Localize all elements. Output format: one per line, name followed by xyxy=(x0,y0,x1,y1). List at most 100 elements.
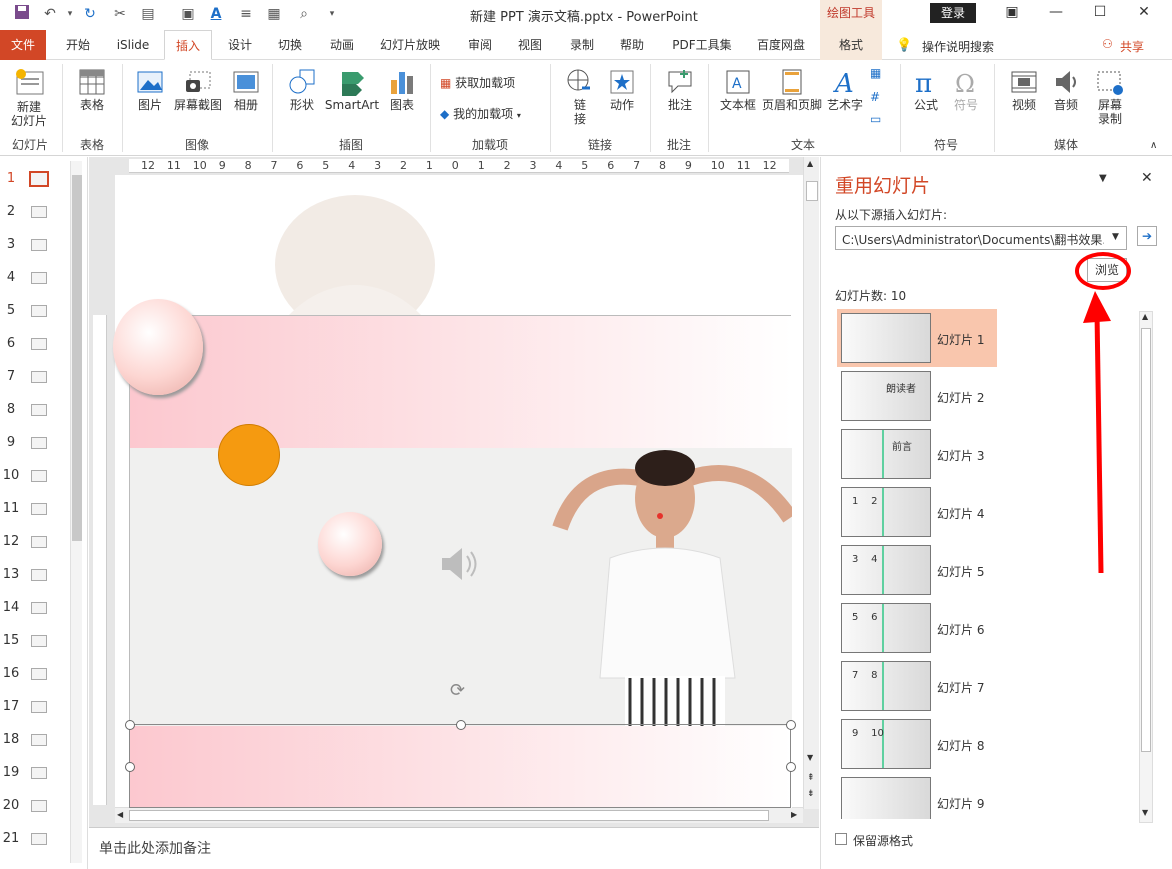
ribbon-display-icon[interactable]: ▣ xyxy=(990,2,1034,24)
textbox-button[interactable]: A 文本框 xyxy=(716,68,760,112)
editor-horizontal-scrollbar[interactable]: ◀ ▶ xyxy=(115,807,803,823)
next-slide-icon[interactable]: ⇟ xyxy=(807,789,815,799)
chevron-down-icon[interactable]: ▼ xyxy=(1112,232,1119,242)
slide-thumbnail[interactable] xyxy=(31,338,47,350)
go-arrow-button[interactable]: ➔ xyxy=(1137,226,1157,246)
tab-design[interactable]: 设计 xyxy=(220,30,260,60)
layout-icon[interactable]: ▦ xyxy=(264,4,284,24)
smartart-button[interactable]: SmartArt xyxy=(324,68,380,112)
top-gradient-banner[interactable] xyxy=(130,316,792,448)
reuse-slide-item[interactable]: 朗读者 幻灯片 2 xyxy=(837,367,997,425)
slide-thumbnail[interactable] xyxy=(31,767,47,779)
tell-me-search[interactable]: 操作说明搜索 xyxy=(922,38,994,55)
slide-thumbnail[interactable] xyxy=(31,503,47,515)
header-footer-button[interactable]: 页眉和页脚 xyxy=(760,68,824,112)
slide-canvas[interactable]: ⟳ xyxy=(125,315,796,808)
pane-close-icon[interactable]: ✕ xyxy=(1141,170,1153,186)
slide-thumbnail[interactable] xyxy=(31,635,47,647)
screen-recording-button[interactable]: 屏幕 录制 xyxy=(1088,68,1132,126)
photo-album-button[interactable]: 相册 xyxy=(226,68,266,112)
scroll-down-icon[interactable]: ▼ xyxy=(807,753,813,762)
reuse-slide-item[interactable]: 5 6 幻灯片 6 xyxy=(837,599,997,657)
tab-help[interactable]: 帮助 xyxy=(612,30,652,60)
pane-options-icon[interactable]: ▼ xyxy=(1099,173,1107,184)
woman-photo-image[interactable] xyxy=(520,448,792,726)
slide-thumbnail[interactable] xyxy=(31,437,47,449)
get-addins-button[interactable]: ▦ 获取加载项 xyxy=(440,76,540,90)
wordart-button[interactable]: A 艺术字 xyxy=(824,68,866,112)
chart-button[interactable]: 图表 xyxy=(382,68,422,112)
video-button[interactable]: 视频 xyxy=(1004,68,1044,112)
scroll-up-icon[interactable]: ▲ xyxy=(1142,312,1148,321)
slide-thumbnail[interactable] xyxy=(31,206,47,218)
orange-circle-shape[interactable] xyxy=(218,424,280,486)
scroll-up-icon[interactable]: ▲ xyxy=(807,159,813,168)
resize-handle[interactable] xyxy=(456,720,466,730)
my-addins-button[interactable]: ◆ 我的加载项 ▾ xyxy=(440,107,540,123)
object-icon[interactable]: ▭ xyxy=(870,112,881,126)
undo-dropdown-icon[interactable]: ▾ xyxy=(60,4,80,24)
slide-thumbnail[interactable] xyxy=(31,305,47,317)
action-button[interactable]: 动作 xyxy=(602,68,642,112)
reuse-slide-item[interactable]: 9 10 幻灯片 8 xyxy=(837,715,997,773)
shapes-button[interactable]: 形状 xyxy=(282,68,322,112)
redo-icon[interactable]: ↻ xyxy=(80,4,100,24)
picture-button[interactable]: 图片 xyxy=(128,68,172,112)
editor-vertical-scrollbar[interactable]: ▲ ▼ ⇞ ⇟ xyxy=(803,157,819,809)
tab-slideshow[interactable]: 幻灯片放映 xyxy=(372,30,448,60)
reuse-slide-item[interactable]: 幻灯片 1 xyxy=(837,309,997,367)
slide-thumbnail[interactable] xyxy=(31,701,47,713)
reuse-list-scroll-thumb[interactable] xyxy=(1141,328,1151,752)
slide-thumbnail[interactable] xyxy=(31,272,47,284)
slide-thumbnail[interactable] xyxy=(31,833,47,845)
slide-number-icon[interactable]: # xyxy=(870,90,880,104)
reuse-list-scrollbar[interactable]: ▲ ▼ xyxy=(1139,311,1153,823)
reuse-slide-item[interactable]: 3 4 幻灯片 5 xyxy=(837,541,997,599)
link-button[interactable]: 链 接 xyxy=(560,68,600,126)
share-button[interactable]: 共享 xyxy=(1120,38,1144,55)
reuse-slide-item[interactable]: 7 8 幻灯片 7 xyxy=(837,657,997,715)
rotate-handle-icon[interactable]: ⟳ xyxy=(450,680,465,701)
slide-thumbnail[interactable] xyxy=(31,536,47,548)
screenshot-icon[interactable]: ▣ xyxy=(178,4,198,24)
tab-record[interactable]: 录制 xyxy=(562,30,602,60)
keep-format-checkbox[interactable] xyxy=(835,833,847,845)
tab-animations[interactable]: 动画 xyxy=(322,30,362,60)
tab-format[interactable]: 格式 xyxy=(820,30,882,60)
preview-icon[interactable]: ⌕ xyxy=(294,4,314,24)
slide-thumbnail[interactable] xyxy=(31,602,47,614)
pink-circle-shape[interactable] xyxy=(318,512,382,576)
tab-home[interactable]: 开始 xyxy=(58,30,98,60)
close-icon[interactable]: ✕ xyxy=(1122,2,1166,24)
scroll-right-icon[interactable]: ▶ xyxy=(791,810,797,819)
notes-placeholder[interactable]: 单击此处添加备注 xyxy=(99,838,211,858)
slide-thumbnail[interactable] xyxy=(31,239,47,251)
font-color-icon[interactable]: A xyxy=(206,4,226,24)
slide-thumbnail[interactable] xyxy=(31,404,47,416)
reuse-slide-item[interactable]: 幻灯片 9 xyxy=(837,773,997,819)
source-path-combobox[interactable]: C:\Users\Administrator\Documents\翻书效果.p … xyxy=(835,226,1127,250)
thumbnail-scrollbar[interactable] xyxy=(70,161,82,863)
save-icon[interactable] xyxy=(12,4,32,24)
minimize-icon[interactable]: — xyxy=(1034,2,1078,24)
editor-scroll-thumb[interactable] xyxy=(806,181,818,201)
resize-handle[interactable] xyxy=(786,762,796,772)
align-icon[interactable]: ≡ xyxy=(236,4,256,24)
scroll-down-icon[interactable]: ▼ xyxy=(1142,808,1148,817)
tab-transitions[interactable]: 切换 xyxy=(270,30,310,60)
new-slide-button[interactable]: 新建 幻灯片 xyxy=(4,68,54,128)
resize-handle[interactable] xyxy=(125,762,135,772)
slide-thumbnail[interactable] xyxy=(31,668,47,680)
reuse-slide-item[interactable]: 1 2 幻灯片 4 xyxy=(837,483,997,541)
previous-slide-icon[interactable]: ⇞ xyxy=(807,773,815,783)
tab-review[interactable]: 审阅 xyxy=(460,30,500,60)
slide-thumbnail[interactable] xyxy=(31,734,47,746)
customize-qat-icon[interactable]: ▾ xyxy=(322,4,342,24)
table-button[interactable]: 表格 xyxy=(70,68,114,112)
tab-baidu-netdisk[interactable]: 百度网盘 xyxy=(750,30,812,60)
undo-icon[interactable]: ↶ xyxy=(40,4,60,24)
slide-thumbnail[interactable] xyxy=(31,371,47,383)
slide-thumbnail[interactable] xyxy=(31,569,47,581)
share-icon[interactable]: ⚇ xyxy=(1102,37,1113,51)
tab-pdf-tools[interactable]: PDF工具集 xyxy=(664,30,740,60)
